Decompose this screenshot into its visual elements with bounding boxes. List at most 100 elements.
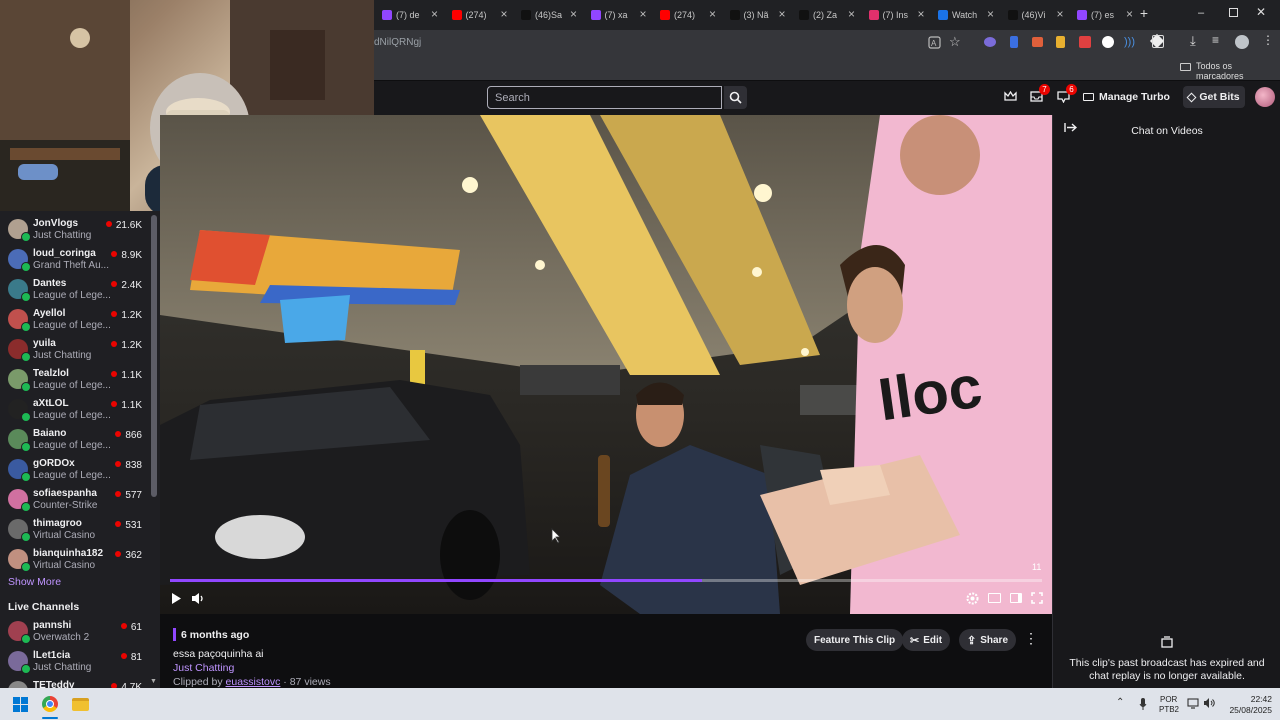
browser-tab[interactable]: (7) xa × bbox=[585, 4, 653, 26]
channel-avatar bbox=[8, 249, 31, 272]
share-button[interactable]: ⇪ Share bbox=[959, 629, 1017, 651]
extension-icon-7[interactable]: ))) bbox=[1124, 36, 1135, 48]
channel-game: Just Chatting bbox=[33, 350, 92, 361]
address-bar[interactable]: dNilQRNgj A ☆ ))) ⤓ ≡ ⋮ bbox=[374, 30, 1280, 56]
chrome-taskbar-icon[interactable] bbox=[42, 696, 58, 712]
extensions-puzzle-icon[interactable] bbox=[1152, 35, 1164, 48]
browser-tab[interactable]: (3) Nã × bbox=[724, 4, 792, 26]
sidebar-channel[interactable]: yuila Just Chatting 1.2K bbox=[0, 335, 150, 365]
edit-button[interactable]: ✂ Edit bbox=[902, 629, 951, 651]
new-tab-button[interactable]: + bbox=[1136, 5, 1152, 23]
profile-avatar[interactable] bbox=[1235, 35, 1249, 49]
progress-track[interactable] bbox=[170, 579, 1042, 582]
restore-icon[interactable] bbox=[1229, 8, 1238, 17]
browser-tab[interactable]: Watch × bbox=[932, 4, 1000, 26]
close-tab-icon[interactable]: × bbox=[917, 7, 924, 21]
tab-title: (7) es bbox=[1091, 10, 1115, 20]
extension-icon-2[interactable] bbox=[1010, 36, 1018, 48]
settings-gear-icon[interactable] bbox=[966, 592, 979, 605]
sidebar-toggle-icon[interactable] bbox=[1010, 593, 1022, 603]
browser-tab[interactable]: (274) × bbox=[654, 4, 722, 26]
theatre-mode-icon[interactable] bbox=[988, 593, 1001, 603]
close-tab-icon[interactable]: × bbox=[500, 7, 507, 21]
network-icon[interactable] bbox=[1187, 698, 1199, 709]
chrome-menu-icon[interactable]: ⋮ bbox=[1262, 33, 1274, 47]
close-tab-icon[interactable]: × bbox=[431, 7, 438, 21]
browser-tab[interactable]: (2) Za × bbox=[793, 4, 861, 26]
close-tab-icon[interactable]: × bbox=[570, 7, 577, 21]
download-icon[interactable]: ⤓ bbox=[1190, 33, 1196, 49]
extension-icon-6[interactable] bbox=[1102, 36, 1114, 48]
volume-icon[interactable] bbox=[191, 592, 205, 605]
close-tab-icon[interactable]: × bbox=[848, 7, 855, 21]
sidebar-channel[interactable]: Dantes League of Lege... 2.4K bbox=[0, 275, 150, 305]
sidebar-channel[interactable]: sofiaespanha Counter-Strike 577 bbox=[0, 485, 150, 515]
show-more-link[interactable]: Show More bbox=[8, 576, 61, 588]
sidebar-channel[interactable]: aXtLOL League of Lege... 1.1K bbox=[0, 395, 150, 425]
close-tab-icon[interactable]: × bbox=[1056, 7, 1063, 21]
tab-title: (46)Sa bbox=[535, 10, 563, 20]
reading-list-icon[interactable]: ≡ bbox=[1212, 33, 1219, 47]
browser-tab[interactable]: (7) Ins × bbox=[863, 4, 931, 26]
browser-tab[interactable]: (7) de × bbox=[376, 4, 444, 26]
feature-clip-button[interactable]: Feature This Clip bbox=[806, 629, 904, 651]
translate-icon[interactable]: A bbox=[928, 36, 941, 49]
tray-expand-icon[interactable]: ⌃ bbox=[1116, 697, 1124, 708]
url-text[interactable]: dNilQRNgj bbox=[374, 37, 421, 48]
sidebar-scrollbar[interactable] bbox=[151, 215, 157, 497]
close-tab-icon[interactable]: × bbox=[709, 7, 716, 21]
sidebar-channel[interactable]: TETeddy 4.7K bbox=[0, 677, 150, 688]
bookmark-star-icon[interactable]: ☆ bbox=[949, 34, 961, 50]
all-bookmarks-label[interactable]: Todos os marcadores bbox=[1196, 61, 1280, 81]
fullscreen-icon[interactable] bbox=[1031, 592, 1043, 604]
channel-avatar bbox=[8, 651, 31, 674]
play-icon[interactable] bbox=[171, 592, 182, 605]
extension-icon-3[interactable] bbox=[1032, 37, 1043, 47]
sidebar-channel[interactable]: JonVlogs Just Chatting 21.6K bbox=[0, 215, 150, 245]
browser-tab[interactable]: (274) × bbox=[446, 4, 514, 26]
file-explorer-icon[interactable] bbox=[72, 698, 89, 711]
prime-crown-icon[interactable] bbox=[1004, 91, 1017, 102]
sidebar-channel[interactable]: gORDOx League of Lege... 838 bbox=[0, 455, 150, 485]
manage-turbo-button[interactable]: Manage Turbo bbox=[1083, 86, 1170, 108]
more-options-icon[interactable]: ⋮ bbox=[1024, 630, 1038, 647]
extension-icon-4[interactable] bbox=[1056, 36, 1065, 48]
video-player[interactable]: Iloc 11 bbox=[160, 115, 1052, 614]
browser-tab[interactable]: (46)Sa × bbox=[515, 4, 583, 26]
user-avatar[interactable] bbox=[1255, 87, 1275, 107]
get-bits-button[interactable]: Get Bits bbox=[1183, 86, 1245, 108]
channel-avatar bbox=[8, 621, 31, 644]
close-tab-icon[interactable]: × bbox=[778, 7, 785, 21]
sidebar-channel[interactable]: bianquinha182 Virtual Casino 362 bbox=[0, 545, 150, 575]
windows-start-icon[interactable] bbox=[13, 697, 28, 712]
search-input[interactable]: Search bbox=[487, 86, 722, 109]
language-line-1[interactable]: POR bbox=[1160, 695, 1177, 704]
close-tab-icon[interactable]: × bbox=[1126, 7, 1133, 21]
extension-icon-5[interactable] bbox=[1079, 36, 1091, 48]
extension-icon-1[interactable] bbox=[984, 37, 996, 47]
clock-date[interactable]: 25/08/2025 bbox=[1222, 705, 1272, 715]
sidebar-channel[interactable]: lLet1cia Just Chatting 81 bbox=[0, 647, 150, 677]
clip-category-link[interactable]: Just Chatting bbox=[173, 662, 234, 674]
sidebar-channel[interactable]: loud_coringa Grand Theft Au... 8.9K bbox=[0, 245, 150, 275]
sidebar-channel[interactable]: Tealzlol League of Lege... 1.1K bbox=[0, 365, 150, 395]
clipper-link[interactable]: euassistovc bbox=[226, 676, 281, 688]
browser-tab[interactable]: (46)Vi × bbox=[1002, 4, 1070, 26]
sidebar-channel[interactable]: thimagroo Virtual Casino 531 bbox=[0, 515, 150, 545]
close-tab-icon[interactable]: × bbox=[639, 7, 646, 21]
speaker-icon[interactable] bbox=[1203, 697, 1216, 709]
close-window-icon[interactable]: ✕ bbox=[1256, 5, 1266, 19]
sidebar-channel[interactable]: pannshi Overwatch 2 61 bbox=[0, 617, 150, 647]
close-tab-icon[interactable]: × bbox=[987, 7, 994, 21]
sidebar-scroll-down-icon[interactable]: ▼ bbox=[150, 678, 157, 685]
search-button[interactable] bbox=[724, 86, 747, 109]
language-line-2[interactable]: PTB2 bbox=[1159, 705, 1179, 714]
clock-time[interactable]: 22:42 bbox=[1232, 694, 1272, 704]
tab-favicon-icon bbox=[1077, 10, 1087, 20]
minimize-icon[interactable]: – bbox=[1198, 7, 1208, 19]
browser-tab[interactable]: (7) es × bbox=[1071, 4, 1139, 26]
sidebar-channel[interactable]: Baiano League of Lege... 866 bbox=[0, 425, 150, 455]
microphone-icon[interactable] bbox=[1139, 697, 1147, 711]
sidebar-channel[interactable]: Ayellol League of Lege... 1.2K bbox=[0, 305, 150, 335]
tab-title: (7) xa bbox=[604, 10, 628, 20]
